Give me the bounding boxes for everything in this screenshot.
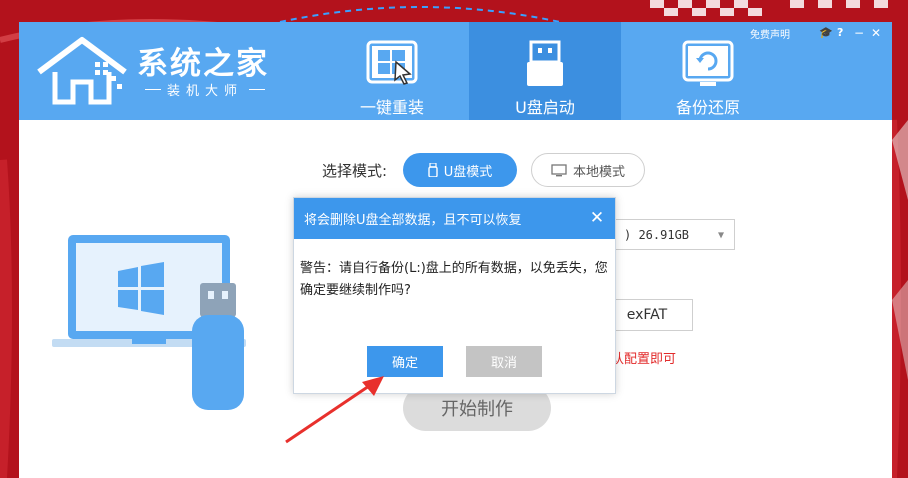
tab-reinstall-label: 一键重装 [359, 98, 424, 117]
tab-reinstall[interactable]: 一键重装 [316, 22, 468, 120]
dialog-header: 将会删除U盘全部数据，且不可以恢复 ✕ [294, 198, 615, 239]
tab-usb-boot-label: U盘启动 [515, 98, 575, 117]
usb-mode-label: U盘模式 [443, 164, 493, 180]
dialog-close-icon[interactable]: ✕ [589, 210, 605, 227]
device-select-value: ) 26.91GB [624, 227, 690, 242]
app-subtitle-row: 装机大师 [145, 80, 275, 99]
graduation-cap-icon[interactable]: 🎓 [819, 26, 833, 39]
usb-drive-icon [527, 40, 563, 86]
monitor-icon [551, 163, 567, 176]
disclaimer-link[interactable]: 免费声明 [750, 26, 790, 41]
usb-stick-icon [428, 163, 438, 177]
config-hint-text: 认配置即可 [611, 352, 677, 367]
dialog-title: 将会删除U盘全部数据，且不可以恢复 [304, 213, 522, 228]
help-icon[interactable]: ? [837, 26, 843, 39]
app-title: 系统之家 [137, 46, 269, 82]
dropdown-arrow-icon: ▼ [717, 230, 724, 241]
windows-reinstall-icon [366, 40, 418, 85]
confirm-dialog: 将会删除U盘全部数据，且不可以恢复 ✕ 警告：请自行备份(L:)盘上的所有数据，… [293, 197, 616, 394]
divider [145, 89, 161, 90]
minimize-icon[interactable]: − [854, 26, 864, 40]
local-mode-button[interactable]: 本地模式 [531, 153, 645, 187]
laptop-usb-illustration [52, 235, 246, 410]
dialog-message: 警告：请自行备份(L:)盘上的所有数据，以免丢失，您确定要继续制作吗? [300, 261, 608, 298]
app-window: 系统之家 装机大师 一键重装 U盘启动 备份还原 免费声明 🎓 ? − ✕ 选择… [19, 22, 892, 478]
cancel-button[interactable]: 取消 [466, 346, 542, 377]
tab-usb-boot[interactable]: U盘启动 [469, 22, 621, 120]
backup-restore-icon [682, 40, 734, 86]
tab-backup-restore-label: 备份还原 [675, 98, 740, 117]
local-mode-label: 本地模式 [572, 164, 625, 180]
house-logo-icon [37, 37, 127, 105]
close-window-icon[interactable]: ✕ [871, 26, 881, 40]
mode-label: 选择模式: [322, 162, 388, 180]
divider [249, 89, 266, 90]
app-header: 系统之家 装机大师 一键重装 U盘启动 备份还原 免费声明 🎓 ? − ✕ [19, 22, 892, 120]
app-subtitle: 装机大师 [167, 84, 244, 99]
usb-mode-button[interactable]: U盘模式 [403, 153, 517, 187]
red-pointer-arrow [285, 376, 384, 444]
